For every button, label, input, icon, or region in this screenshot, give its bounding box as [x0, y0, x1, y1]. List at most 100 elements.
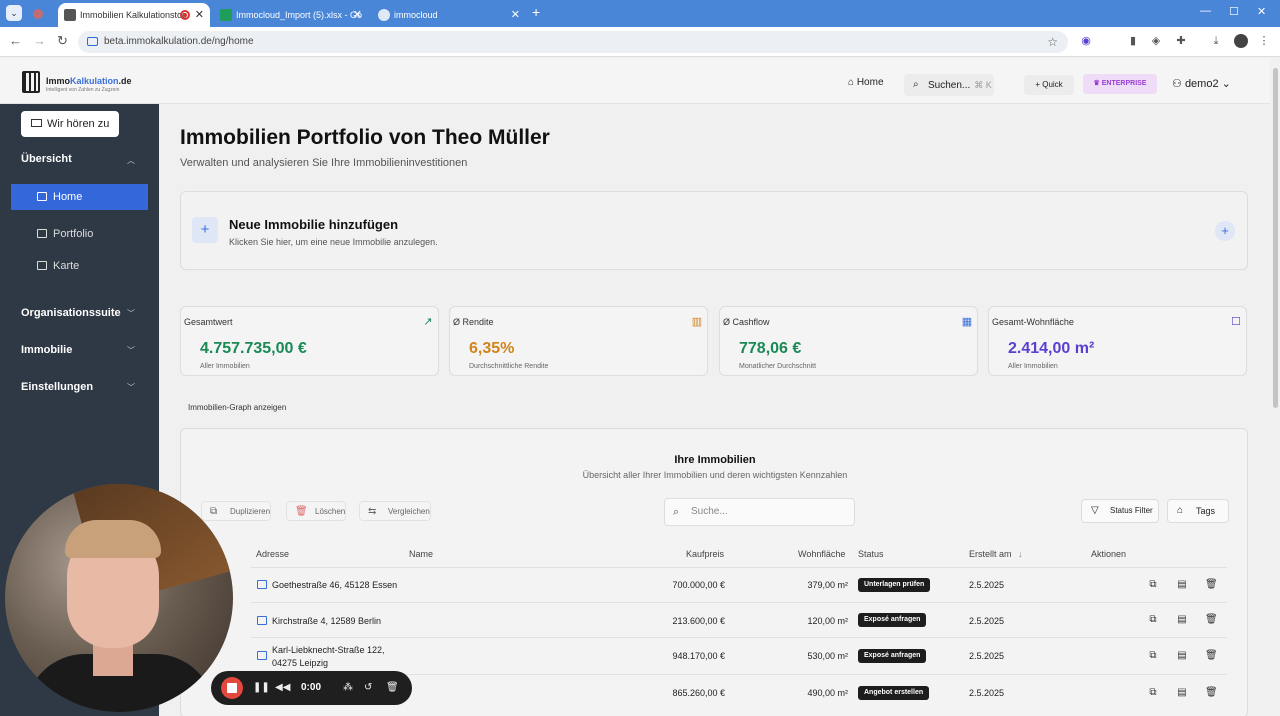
calculator-row-icon[interactable]: ▤ [1176, 650, 1188, 661]
duplicate-row-icon[interactable]: ⧉ [1147, 614, 1159, 625]
app-header: ImmoKalkulation.de Intelligent von Zahle… [0, 58, 1270, 104]
user-icon: ⚇ [1172, 78, 1182, 90]
extension-icon[interactable]: ◈ [1150, 35, 1162, 47]
duplicate-row-icon[interactable]: ⧉ [1147, 687, 1159, 698]
profile-avatar[interactable] [1234, 34, 1248, 48]
stop-recording-button[interactable] [221, 677, 243, 699]
webcam-person-hair [65, 520, 161, 558]
status-filter-button[interactable]: ▽ Status Filter [1081, 499, 1159, 523]
stat-subtitle: Monatlicher Durchschnitt [739, 363, 817, 370]
menu-icon[interactable]: ⋮ [1258, 35, 1270, 47]
back-icon[interactable]: ← [9, 33, 22, 48]
quick-button[interactable]: + Quick [1024, 75, 1074, 95]
pause-icon[interactable]: ❚❚ [253, 681, 270, 695]
stat-value: 4.757.735,00 € [200, 340, 307, 357]
trash-icon: 🗑 [295, 506, 308, 517]
reload-icon[interactable]: ↻ [57, 33, 68, 49]
tags-button[interactable]: ⌂ Tags [1167, 499, 1229, 523]
trending-up-icon: ↗ [423, 316, 433, 328]
address-bar[interactable]: beta.immokalkulation.de/ng/home ☆ [78, 31, 1068, 53]
stat-card-wohnflaeche: Gesamt-Wohnfläche ☐ 2.414,00 m² Aller Im… [988, 306, 1247, 376]
column-header-created[interactable]: Erstellt am ↓ [969, 549, 1023, 559]
rewind-icon[interactable]: ◀◀ [275, 681, 290, 695]
column-header-address[interactable]: Adresse [256, 549, 289, 559]
home-icon [257, 616, 267, 625]
add-property-plus-icon[interactable]: + [1215, 221, 1235, 241]
sort-desc-icon: ↓ [1018, 549, 1023, 559]
stat-subtitle: Durchschnittliche Rendite [469, 363, 549, 370]
chevron-down-icon[interactable]: ﹀ [127, 345, 135, 356]
column-header-name[interactable]: Name [409, 549, 433, 559]
header-search-button[interactable]: ⌕ Suchen... ⌘ K [904, 74, 994, 96]
compare-button[interactable]: ⇆ Vergleichen [359, 501, 431, 521]
extension-icon[interactable]: ◉ [1080, 35, 1092, 47]
close-tab-icon[interactable]: ✕ [511, 3, 520, 27]
sidebar-section-immobilie[interactable]: Immobilie [21, 344, 72, 356]
sidebar-section-organisationssuite[interactable]: Organisationssuite [21, 307, 121, 319]
bookmark-star-icon[interactable]: ☆ [1047, 31, 1058, 53]
logo[interactable]: ImmoKalkulation.de [46, 76, 132, 86]
restart-icon[interactable]: ↺ [364, 681, 372, 695]
trash-extension-icon[interactable]: ▮ [1127, 35, 1139, 47]
duplicate-row-icon[interactable]: ⧉ [1147, 579, 1159, 590]
recording-timer: 0:00 [301, 682, 322, 693]
new-tab-icon[interactable]: + [532, 4, 540, 20]
header-home-link[interactable]: ⌂ Home [848, 77, 884, 88]
scrollbar-thumb[interactable] [1273, 68, 1278, 408]
site-info-icon[interactable] [87, 37, 98, 46]
compare-icon: ⇆ [368, 506, 377, 517]
table-search-input[interactable]: ⌕ Suche... [664, 498, 855, 526]
row-created: 2.5.2025 [969, 580, 1005, 590]
row-divider [251, 637, 1227, 638]
row-created: 2.5.2025 [969, 688, 1005, 698]
tab-search-button[interactable]: ⌄ [6, 5, 22, 21]
browser-tab-sheets[interactable]: Immocloud_Import (5).xlsx - Go ✕ [214, 3, 368, 27]
table-title: Ihre Immobilien [674, 454, 756, 466]
row-price: 700.000,00 € [672, 580, 725, 590]
delete-row-icon[interactable]: 🗑 [1205, 579, 1218, 590]
delete-row-icon[interactable]: 🗑 [1205, 687, 1218, 698]
calculator-row-icon[interactable]: ▤ [1176, 579, 1188, 590]
user-menu[interactable]: ⚇ demo2 ⌄ [1172, 77, 1231, 90]
chevron-down-icon[interactable]: ﹀ [127, 308, 135, 319]
map-icon [37, 261, 47, 270]
sidebar-item-karte[interactable]: Karte [11, 253, 148, 279]
delete-row-icon[interactable]: 🗑 [1205, 614, 1218, 625]
recording-indicator-icon [180, 10, 190, 20]
maximize-icon[interactable]: ☐ [1229, 5, 1239, 18]
row-area: 379,00 m² [807, 580, 848, 590]
browser-tab-immokalkulation[interactable]: Immobilien Kalkulationstoo ✕ [58, 3, 210, 27]
close-tab-icon[interactable]: ✕ [195, 3, 204, 27]
browser-tab-immocloud[interactable]: immocloud ✕ [372, 3, 526, 27]
download-icon[interactable]: ⤓ [1210, 35, 1222, 47]
puzzle-icon[interactable]: ✚ [1175, 35, 1187, 47]
discard-icon[interactable]: 🗑 [386, 681, 399, 695]
sidebar-section-einstellungen[interactable]: Einstellungen [21, 381, 93, 393]
close-window-icon[interactable]: ✕ [1257, 5, 1266, 18]
feedback-button[interactable]: Wir hören zu [21, 111, 119, 137]
column-header-area[interactable]: Wohnfläche [798, 549, 845, 559]
delete-button[interactable]: 🗑 Löschen [286, 501, 347, 521]
forward-icon[interactable]: → [33, 33, 46, 48]
calculator-row-icon[interactable]: ▤ [1176, 687, 1188, 698]
show-graph-link[interactable]: Immobilien-Graph anzeigen [188, 403, 286, 412]
minimize-icon[interactable]: — [1200, 5, 1211, 17]
row-divider [251, 602, 1227, 603]
duplicate-row-icon[interactable]: ⧉ [1147, 650, 1159, 661]
grid-icon[interactable]: ⁂ [343, 681, 353, 695]
page-subtitle: Verwalten und analysieren Sie Ihre Immob… [180, 157, 468, 169]
chevron-down-icon[interactable]: ﹀ [127, 382, 135, 393]
add-property-card[interactable]: + Neue Immobilie hinzufügen Klicken Sie … [180, 191, 1248, 270]
column-header-price[interactable]: Kaufpreis [686, 549, 724, 559]
immocloud-favicon-icon [378, 9, 390, 21]
delete-row-icon[interactable]: 🗑 [1205, 650, 1218, 661]
sidebar-item-home[interactable]: Home [11, 184, 148, 210]
close-tab-icon[interactable]: ✕ [353, 3, 362, 27]
sidebar-section-uebersicht[interactable]: Übersicht [21, 153, 72, 165]
column-header-status[interactable]: Status [858, 549, 884, 559]
sidebar-item-portfolio[interactable]: Portfolio [11, 221, 148, 247]
calculator-row-icon[interactable]: ▤ [1176, 614, 1188, 625]
folder-icon [37, 229, 47, 238]
chevron-up-icon[interactable]: ︿ [127, 155, 135, 166]
page-scrollbar[interactable] [1271, 58, 1280, 716]
